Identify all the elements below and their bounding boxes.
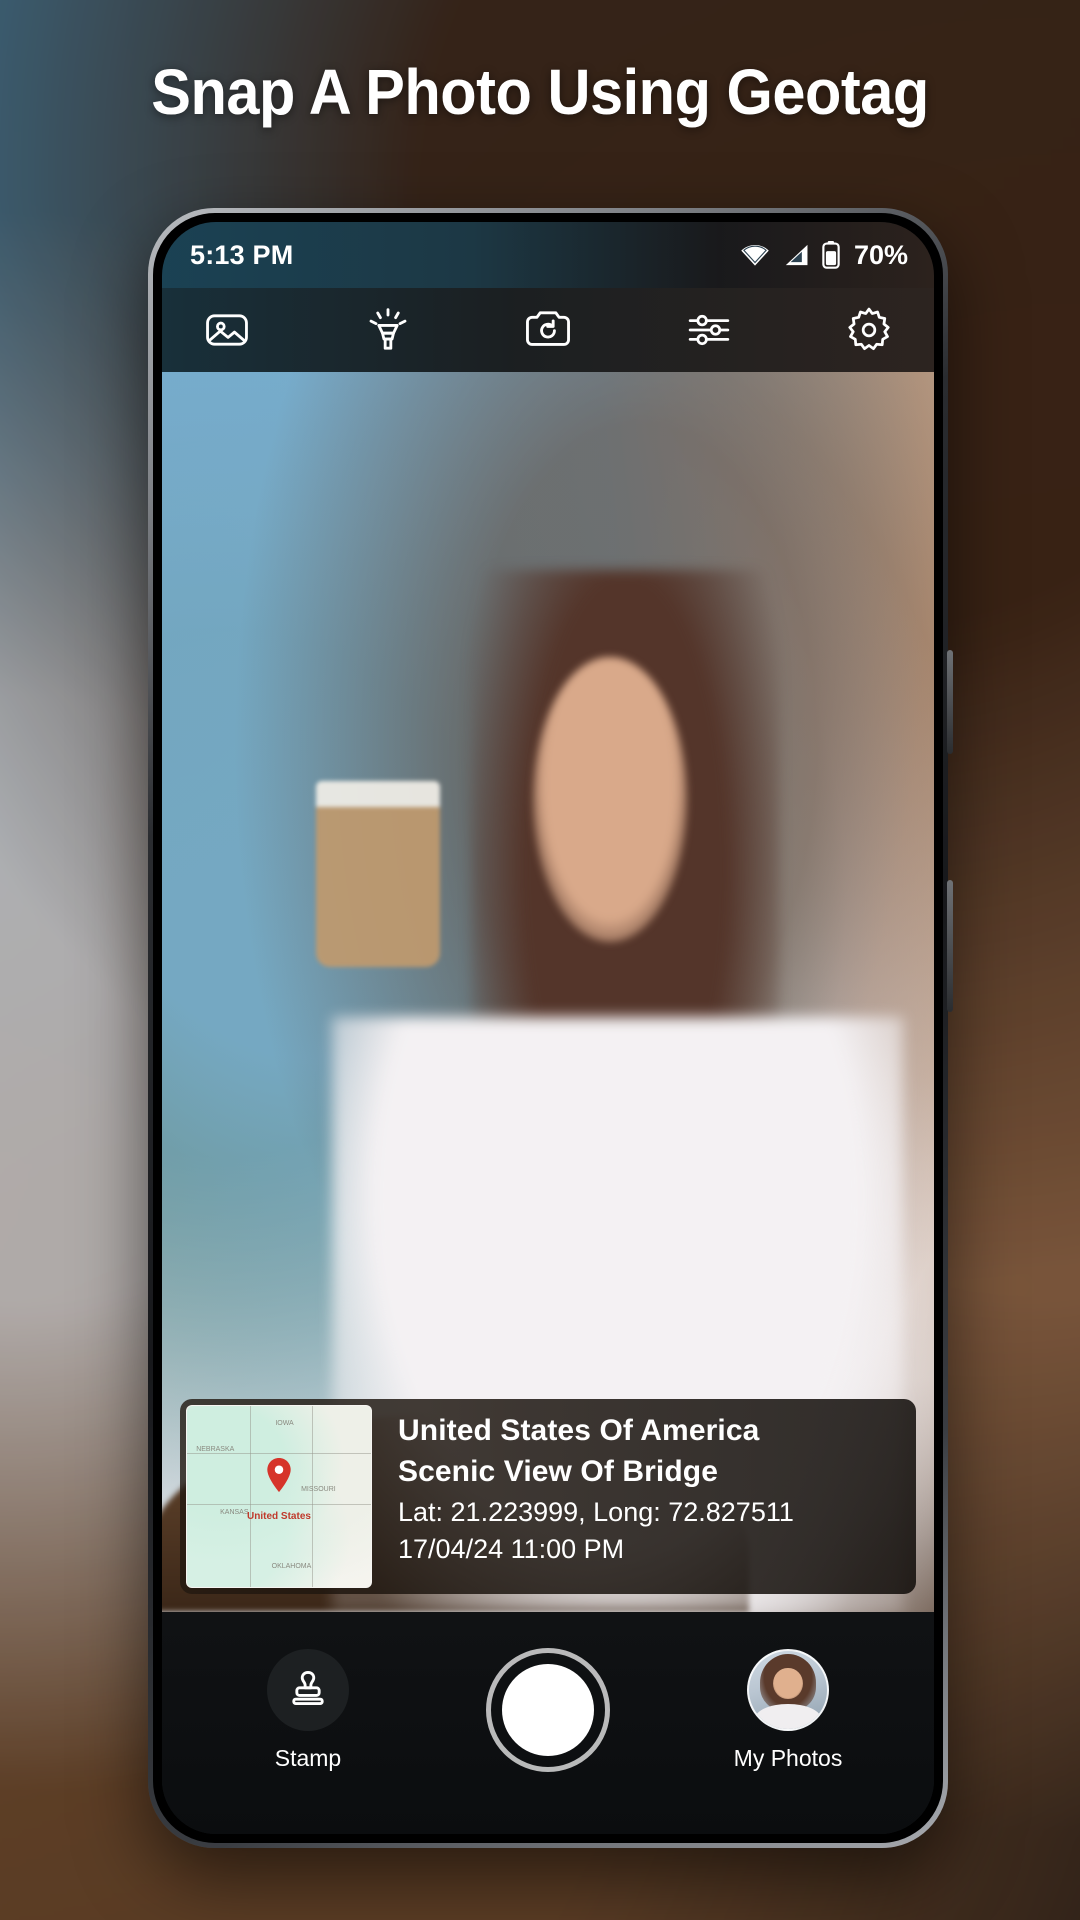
map-region-label: OKLAHOMA [271,1563,312,1571]
phone-mockup: NEBRASKA KANSAS OKLAHOMA IOWA MISSOURI U… [148,208,953,1848]
shutter-core [502,1664,594,1756]
subject-face-shape [532,657,687,943]
shutter-cell [458,1648,638,1772]
stamp-icon [267,1648,349,1731]
map-region-label: IOWA [275,1420,294,1428]
switch-camera-icon[interactable] [517,299,579,361]
map-gridline [249,1406,251,1587]
signal-icon [782,243,810,267]
stamp-label: Stamp [274,1744,342,1771]
volume-up-button[interactable] [947,650,953,754]
phone-screen: NEBRASKA KANSAS OKLAHOMA IOWA MISSOURI U… [162,222,934,1834]
map-gridline [187,1453,371,1455]
geotag-datetime: 17/04/24 11:00 PM [398,1533,625,1564]
status-clock: 5:13 PM [190,239,294,270]
map-land [187,1406,371,1587]
settings-icon[interactable] [838,299,900,361]
my-photos-button[interactable]: My Photos [698,1648,878,1772]
avatar [747,1648,829,1731]
wifi-icon [740,243,770,267]
shutter-button[interactable] [486,1648,610,1772]
geotag-coordinates: Lat: 21.223999, Long: 72.827511 [398,1496,794,1527]
camera-toolbar [162,288,934,372]
my-photos-label: My Photos [733,1744,843,1771]
map-pin-icon [266,1457,292,1492]
map-region-label: MISSOURI [301,1485,336,1493]
geotag-text-block: United States Of America Scenic View Of … [378,1399,916,1594]
phone-bezel: NEBRASKA KANSAS OKLAHOMA IOWA MISSOURI U… [153,213,943,1843]
geotag-map-thumbnail[interactable]: NEBRASKA KANSAS OKLAHOMA IOWA MISSOURI U… [186,1405,372,1588]
avatar-face-shape [773,1667,803,1699]
geotag-place: Scenic View Of Bridge [398,1455,718,1489]
filters-icon[interactable] [678,299,740,361]
map-region-label: NEBRASKA [196,1445,235,1453]
map-pin-label: United States [247,1510,311,1522]
camera-preview[interactable]: NEBRASKA KANSAS OKLAHOMA IOWA MISSOURI U… [162,372,934,1612]
gallery-icon[interactable] [196,299,258,361]
flash-icon[interactable] [357,299,419,361]
avatar-body-shape [755,1703,821,1729]
page-title: Snap A Photo Using Geotag [151,56,929,128]
battery-percentage: 70% [853,239,908,270]
volume-down-button[interactable] [947,880,953,1012]
map-gridline [187,1503,371,1505]
map-gridline [312,1406,314,1587]
geotag-stamp-overlay[interactable]: NEBRASKA KANSAS OKLAHOMA IOWA MISSOURI U… [180,1399,916,1594]
stamp-button[interactable]: Stamp [218,1648,398,1772]
status-bar: 5:13 PM 70% [162,222,934,288]
coffee-cup-shape [316,781,440,968]
camera-bottom-bar: Stamp My Photos [162,1612,934,1834]
geotag-country: United States Of America [398,1414,760,1447]
battery-icon [822,241,840,269]
status-icons: 70% [740,240,908,271]
